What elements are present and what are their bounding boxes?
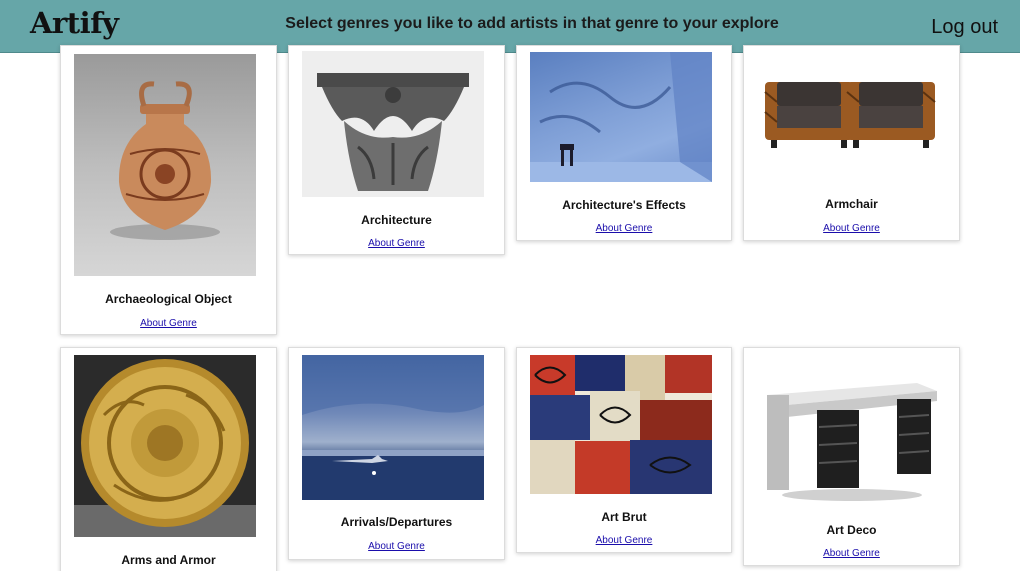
genre-card[interactable]: Arrivals/Departures About Genre xyxy=(288,347,505,560)
genre-name: Architecture xyxy=(361,213,432,227)
armchairs-image xyxy=(757,52,939,182)
genre-card[interactable]: Architecture's Effects About Genre xyxy=(516,45,732,241)
genre-card[interactable]: Armchair About Genre xyxy=(743,45,960,241)
page-instruction: Select genres you like to add artists in… xyxy=(285,15,779,32)
genre-card[interactable]: Architecture About Genre xyxy=(288,45,505,255)
genre-name: Arrivals/Departures xyxy=(340,515,453,529)
about-genre-link[interactable]: About Genre xyxy=(61,318,276,329)
golden-shield-image xyxy=(74,355,256,537)
genre-card[interactable]: Art Brut About Genre xyxy=(516,347,732,553)
corinthian-capital-image xyxy=(302,51,484,197)
genre-card[interactable]: Arms and Armor xyxy=(60,347,277,571)
art-brut-collage-image xyxy=(530,355,712,494)
genre-card[interactable]: Art Deco About Genre xyxy=(743,347,960,566)
about-genre-link[interactable]: About Genre xyxy=(744,548,959,559)
logout-button[interactable]: Log out xyxy=(931,16,998,39)
genre-name: Art Deco xyxy=(826,523,877,537)
genre-name: Armchair xyxy=(825,197,878,211)
genre-name: Archaeological Object xyxy=(105,292,232,306)
about-genre-link[interactable]: About Genre xyxy=(744,223,959,234)
genre-name: Arms and Armor xyxy=(121,553,216,567)
about-genre-link[interactable]: About Genre xyxy=(289,541,504,552)
genre-card[interactable]: Archaeological Object About Genre xyxy=(60,45,277,335)
about-genre-link[interactable]: About Genre xyxy=(517,223,731,234)
about-genre-link[interactable]: About Genre xyxy=(289,238,504,249)
vase-image xyxy=(74,54,256,276)
desk-image xyxy=(757,355,939,510)
airplane-sea-image xyxy=(302,355,484,500)
blue-room-image xyxy=(530,52,712,182)
about-genre-link[interactable]: About Genre xyxy=(517,535,731,546)
genre-name: Architecture's Effects xyxy=(562,198,686,212)
genre-name: Art Brut xyxy=(601,510,647,524)
